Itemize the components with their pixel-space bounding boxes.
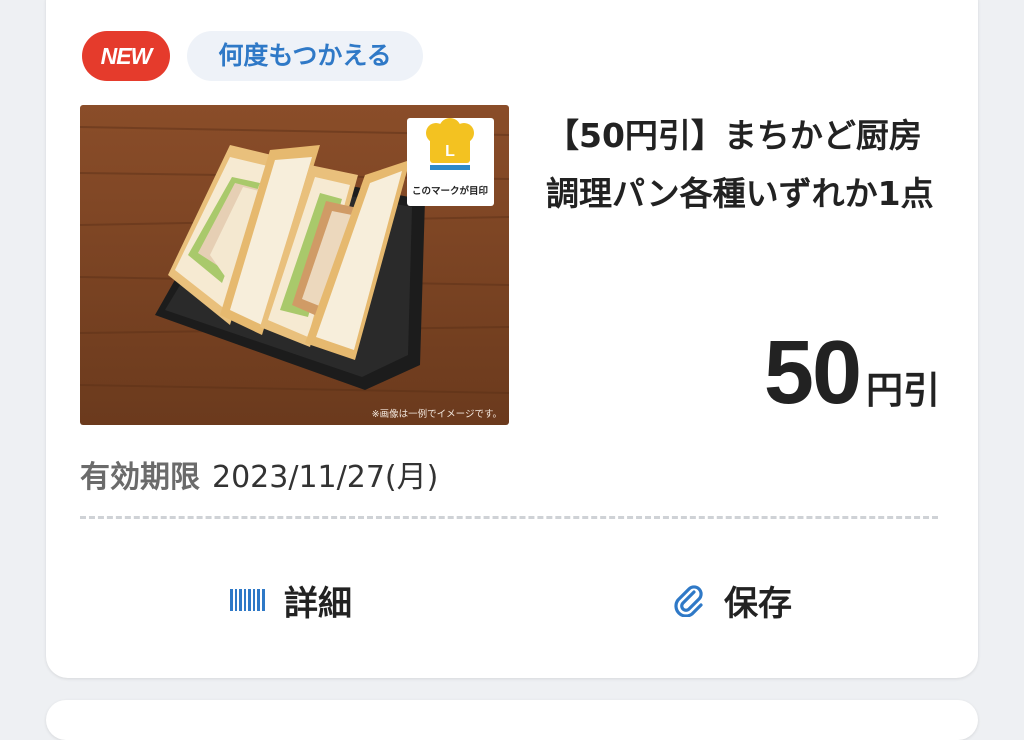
discount-unit: 円引 [866,369,940,412]
expiry-date: 有効期限 2023/11/27(月) [80,452,438,496]
svg-text:L: L [445,143,455,160]
details-label: 詳細 [284,583,352,624]
new-badge: NEW [82,31,170,81]
save-button[interactable]: 保存 [672,575,792,625]
paperclip-icon [672,583,706,617]
coupon-title: 【50円引】まちかど厨房 調理パン各種いずれか1点 [546,116,934,213]
discount-number: 50 [763,323,862,423]
image-disclaimer: ※画像は一例でイメージです。 [372,408,502,420]
expiry-label: 有効期限 [80,460,200,495]
reusable-badge: 何度もつかえる [187,31,423,81]
barcode-icon [230,589,266,611]
product-image: L このマークが目印 ※画像は一例でイメージです。 [80,105,509,425]
details-button[interactable]: 詳細 [230,575,352,625]
save-label: 保存 [724,583,792,624]
mark-caption: このマークが目印 [412,185,488,197]
next-coupon-card[interactable] [46,700,978,740]
expiry-value: 2023/11/27(月) [212,460,439,495]
dashed-divider [80,516,938,519]
discount-amount: 50 円引 [764,322,940,425]
